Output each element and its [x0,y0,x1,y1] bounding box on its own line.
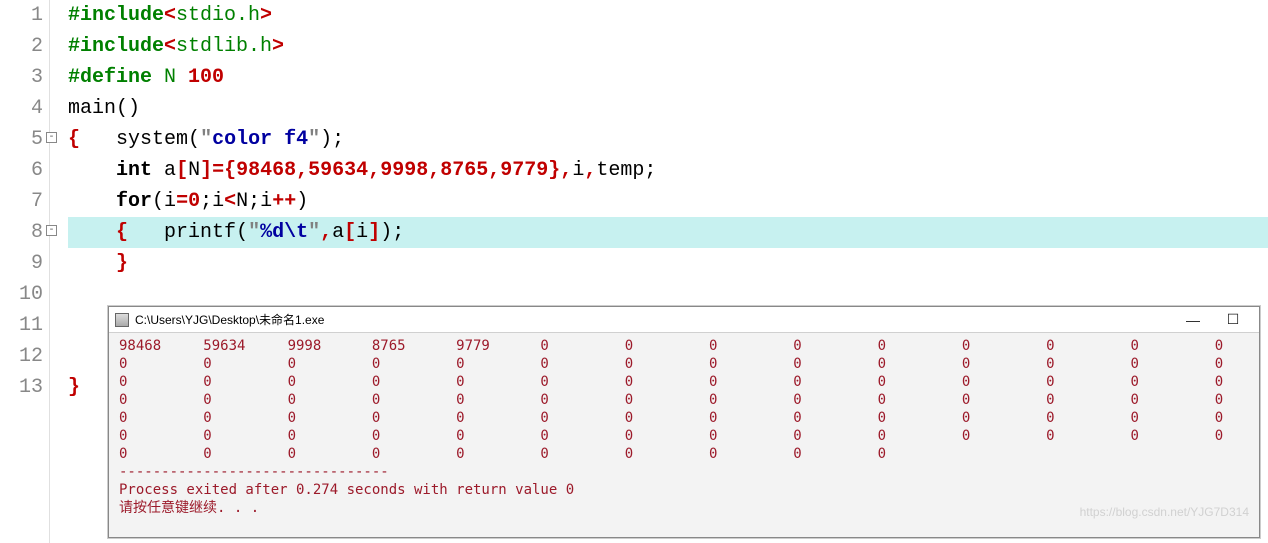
console-title: C:\Users\YJG\Desktop\未命名1.exe [135,311,1173,328]
line-number: 1 [0,0,43,31]
line-number: 9 [0,248,43,279]
console-window: C:\Users\YJG\Desktop\未命名1.exe — ☐ 98468 … [108,306,1260,538]
line-number: 10 [0,279,43,310]
code-line[interactable]: int a[N]={98468,59634,9998,8765,9779},i,… [68,155,1268,186]
code-line[interactable]: { system("color f4"); [68,124,1268,155]
code-line[interactable]: #include<stdlib.h> [68,31,1268,62]
code-line[interactable]: #include<stdio.h> [68,0,1268,31]
code-line[interactable]: #define N 100 [68,62,1268,93]
line-number: 8- [0,217,43,248]
maximize-button[interactable]: ☐ [1213,311,1253,328]
line-number: 6 [0,155,43,186]
minimize-button[interactable]: — [1173,312,1213,328]
line-number-gutter: 12345-678-910111213 [0,0,50,543]
line-number: 12 [0,341,43,372]
code-line[interactable]: } [68,248,1268,279]
line-number: 4 [0,93,43,124]
watermark-text: https://blog.csdn.net/YJG7D314 [1080,505,1249,519]
app-icon [115,313,129,327]
line-number: 7 [0,186,43,217]
code-line[interactable]: for(i=0;i<N;i++) [68,186,1268,217]
line-number: 3 [0,62,43,93]
code-line[interactable]: main() [68,93,1268,124]
line-number: 2 [0,31,43,62]
console-titlebar[interactable]: C:\Users\YJG\Desktop\未命名1.exe — ☐ [109,307,1259,333]
line-number: 11 [0,310,43,341]
code-line[interactable]: { printf("%d\t",a[i]); [68,217,1268,248]
line-number: 5- [0,124,43,155]
line-number: 13 [0,372,43,403]
